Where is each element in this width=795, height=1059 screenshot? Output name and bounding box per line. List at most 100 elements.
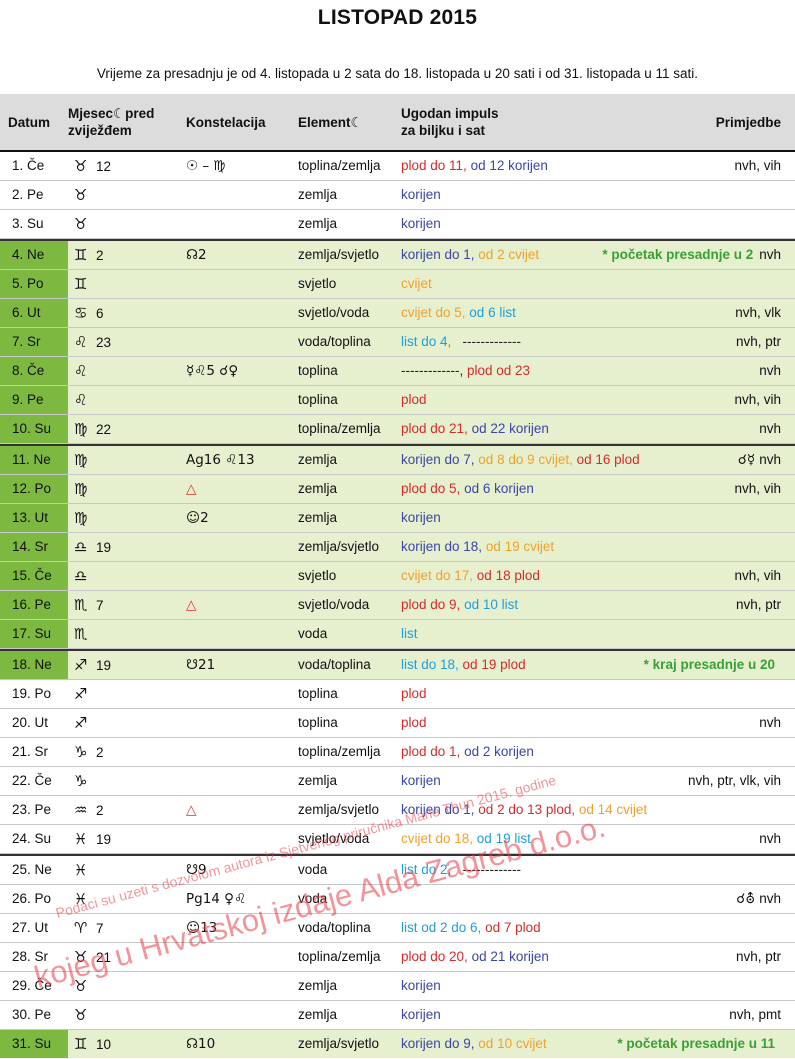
impulse-segment: plod do 9, (401, 597, 465, 612)
date-cell: 29. Če (12, 978, 52, 993)
impulse-segment: od 2 cvijet (478, 247, 540, 262)
remarks-text: nvh (759, 363, 781, 378)
transplant-note: * početak presadnje u 11 (617, 1036, 775, 1051)
date-cell: 1. Če (12, 158, 45, 173)
moon-sign-hour: 2 (96, 745, 104, 760)
table-row: 24. Su ♓ 19 svjetlo/voda cvijet do 18, od 19… (0, 825, 795, 854)
impulse-cell: cvijet do 18, od 19 list (401, 825, 531, 853)
impulse-segment: list (401, 626, 418, 641)
impulse-segment: od 19 list (476, 831, 531, 846)
moon-sign-cell: ♑ 2 (74, 738, 104, 767)
table-row: 15. Če ♎ svjetlo cvijet do 17, od 18 plod nv… (0, 562, 795, 591)
calendar-table-body: 1. Če ♉ 12 ☉ – ♍ toplina/zemlja plod do 11, o… (0, 152, 795, 1058)
date-cell: 22. Če (12, 773, 52, 788)
zodiac-sign-icon: ♐ (74, 714, 88, 732)
table-row: 4. Ne ♊ 2 ☊2 zemlja/svjetlo korijen do 1, od … (0, 239, 795, 270)
element-cell: zemlja (298, 481, 338, 496)
moon-sign-hour: 2 (96, 248, 104, 263)
date-cell: 10. Su (0, 415, 68, 443)
moon-sign-cell: ♐ (74, 680, 96, 709)
date-cell: 28. Sr (12, 949, 49, 964)
date-cell: 16. Pe (0, 591, 68, 619)
impulse-segment: cvijet do 18, (401, 831, 477, 846)
moon-sign-cell: ♊ 10 (74, 1030, 111, 1059)
element-cell: toplina (298, 686, 338, 701)
table-row: 7. Sr ♌ 23 voda/toplina list do 4, ---------… (0, 328, 795, 357)
table-row: 20. Ut ♐ toplina plod nvh (0, 709, 795, 738)
moon-sign-cell: ♍ (74, 504, 96, 533)
impulse-segment: korijen do 7, (401, 452, 479, 467)
table-row: 18. Ne ♐ 19 ☋21 voda/toplina list do 18, od 1… (0, 649, 795, 680)
table-row: 13. Ut ♍ ☺2 zemlja korijen (0, 504, 795, 533)
element-cell: zemlja (298, 978, 338, 993)
impulse-segment: od 12 korijen (470, 158, 548, 173)
element-cell: toplina/zemlja (298, 158, 381, 173)
element-cell: svjetlo (298, 568, 337, 583)
impulse-segment: plod (401, 715, 427, 730)
constellation-cell: ☋21 (186, 657, 216, 673)
zodiac-sign-icon: ♐ (74, 656, 88, 674)
remarks-text: nvh, ptr (735, 597, 781, 612)
table-row: 11. Ne ♍ Ag16 ♌13 zemlja korijen do 7, od 8 … (0, 444, 795, 475)
remarks-text: nvh, vih (734, 568, 781, 583)
impulse-cell: -------------, plod od 23 (401, 357, 530, 385)
impulse-segment: od 21 korijen (471, 949, 549, 964)
date-cell: 15. Če (0, 562, 68, 590)
impulse-cell: list od 2 do 6, od 7 plod (401, 914, 541, 942)
date-cell: 4. Ne (0, 241, 68, 269)
impulse-segment: plod (401, 686, 427, 701)
impulse-segment: cvijet (401, 276, 432, 291)
impulse-segment: korijen do 9, (401, 1036, 479, 1051)
date-cell: 24. Su (12, 831, 52, 846)
element-cell: svjetlo/voda (298, 831, 370, 846)
impulse-segment: od 16 plod (576, 452, 640, 467)
impulse-cell: cvijet do 17, od 18 plod (401, 562, 540, 590)
moon-sign-cell: ♓ (74, 856, 96, 885)
moon-sign-cell: ♍ 22 (74, 415, 111, 444)
impulse-segment: od 6 korijen (464, 481, 534, 496)
table-row: 22. Če ♑ zemlja korijen nvh, ptr, vlk, vih (0, 767, 795, 796)
zodiac-sign-icon: ♐ (74, 685, 88, 703)
impulse-cell: korijen do 1, od 2 do 13 plod, od 14 cvi… (401, 796, 647, 824)
constellation-cell: Pg14 ♀♌ (186, 891, 247, 907)
element-cell: zemlja (298, 510, 338, 525)
table-row: 16. Pe ♏ 7 △ svjetlo/voda plod do 9, od 10 li… (0, 591, 795, 620)
header-element: Element☾ (298, 115, 363, 130)
remarks-text: nvh, ptr, vlk, vih (687, 773, 781, 788)
date-cell: 31. Su (0, 1030, 68, 1058)
moon-sign-cell: ♉ (74, 972, 96, 1001)
remarks-cell: nvh, pmt (729, 1001, 781, 1029)
zodiac-sign-icon: ♒ (74, 801, 88, 819)
moon-sign-cell: ♉ (74, 210, 96, 239)
header-primjedbe: Primjedbe (715, 115, 781, 130)
impulse-cell: korijen do 1, od 2 cvijet (401, 241, 539, 269)
remarks-cell: * kraj presadnje u 20 (644, 651, 781, 679)
remarks-cell: nvh, vih (734, 475, 781, 503)
zodiac-sign-icon: ♍ (74, 509, 88, 527)
date-cell: 20. Ut (12, 715, 49, 730)
zodiac-sign-icon: ♑ (74, 743, 88, 761)
remarks-cell: nvh, vih (734, 152, 781, 180)
impulse-segment: korijen (401, 216, 441, 231)
remarks-text: nvh, ptr (735, 949, 781, 964)
element-cell: zemlja/svjetlo (298, 247, 380, 262)
zodiac-sign-icon: ♉ (74, 977, 88, 995)
date-cell: 19. Po (12, 686, 52, 701)
element-cell: toplina (298, 715, 338, 730)
moon-sign-cell: ♋ 6 (74, 299, 104, 328)
header-impuls-line2: za biljku i sat (401, 123, 486, 138)
remarks-text: nvh, ptr (735, 334, 781, 349)
table-row: 2. Pe ♉ zemlja korijen (0, 181, 795, 210)
impulse-cell: korijen (401, 210, 441, 238)
impulse-cell: korijen (401, 972, 441, 1000)
remarks-cell: * početak presadnje u 11 (617, 1030, 781, 1058)
impulse-segment: korijen (401, 978, 441, 993)
zodiac-sign-icon: ♊ (74, 246, 88, 264)
zodiac-sign-icon: ♉ (74, 157, 88, 175)
element-cell: voda/toplina (298, 657, 371, 672)
element-cell: svjetlo/voda (298, 597, 370, 612)
date-cell: 13. Ut (0, 504, 68, 532)
date-cell: 14. Sr (0, 533, 68, 561)
element-cell: svjetlo (298, 276, 337, 291)
remarks-text: nvh (759, 831, 781, 846)
